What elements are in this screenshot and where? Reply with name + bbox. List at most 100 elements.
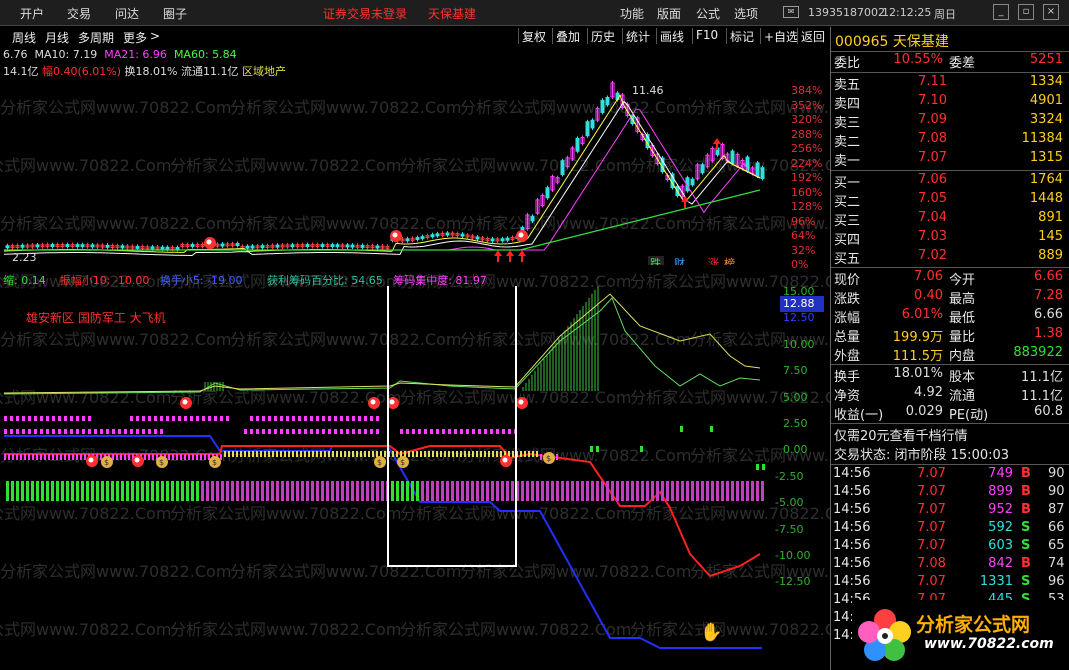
marker-bang: 榜 bbox=[724, 256, 735, 265]
band-tick bbox=[148, 454, 150, 460]
close-icon[interactable]: × bbox=[1043, 4, 1059, 20]
band-tick bbox=[252, 451, 254, 457]
dot bbox=[166, 416, 169, 421]
volume-bar bbox=[581, 481, 584, 501]
volume-bar bbox=[361, 481, 364, 501]
mail-icon[interactable]: ✉ bbox=[783, 6, 799, 18]
tool-diejia[interactable]: 叠加 bbox=[552, 28, 583, 44]
volume-bar bbox=[496, 481, 499, 501]
volume-bar bbox=[211, 481, 214, 501]
tick-price: 7.07 bbox=[917, 484, 946, 499]
dot bbox=[4, 416, 7, 421]
ask-row: 卖一 7.07 1315 bbox=[831, 150, 1069, 169]
dot bbox=[268, 429, 271, 434]
maximize-icon[interactable]: ▫ bbox=[1018, 4, 1034, 20]
tool-huaxian[interactable]: 画线 bbox=[656, 28, 687, 44]
volume-bar bbox=[656, 481, 659, 501]
band-tick bbox=[448, 451, 450, 457]
tick-side: S bbox=[1021, 538, 1031, 553]
tool-biaoji[interactable]: 标记 bbox=[726, 28, 757, 44]
dot bbox=[58, 416, 61, 421]
menu-wenda[interactable]: 问达 bbox=[115, 5, 139, 22]
band-tick bbox=[244, 451, 246, 457]
turnover-line bbox=[4, 435, 762, 649]
tool-add-watchlist[interactable]: +自选 bbox=[760, 28, 801, 44]
dot bbox=[250, 429, 253, 434]
candle-body bbox=[275, 244, 280, 248]
menu-gongshi[interactable]: 公式 bbox=[696, 5, 720, 22]
band-tick bbox=[52, 454, 54, 460]
band-tick bbox=[120, 454, 122, 460]
bid-label: 买四 bbox=[834, 233, 861, 248]
upper-y-tick: 32% bbox=[791, 243, 816, 257]
band-tick bbox=[312, 451, 314, 457]
dot bbox=[274, 416, 277, 421]
band-tick bbox=[196, 454, 198, 460]
tick-row: 14:56 7.07 592 S 66 bbox=[831, 520, 1069, 539]
band-tick bbox=[412, 451, 414, 457]
tool-f10[interactable]: F10 bbox=[692, 28, 721, 44]
lower-y-tick: 0.00 bbox=[783, 443, 808, 457]
band-tick bbox=[232, 451, 234, 457]
chevron-right-icon[interactable]: > bbox=[150, 29, 160, 43]
menu-jiaoyi[interactable]: 交易 bbox=[67, 5, 91, 22]
float-label: 流通11.1亿 bbox=[180, 65, 239, 78]
volume-bar bbox=[346, 481, 349, 501]
stock-info-line: 14.1亿 幅0.40(6.01%) 换18.01% 流通11.1亿 区域地产 bbox=[3, 63, 286, 79]
marker-cai: 财 bbox=[674, 256, 685, 265]
indicator-chart[interactable]: 雄安新区 国防军工 大飞机 $ $ $ $ $ $ ✋ bbox=[0, 286, 770, 658]
candle-body bbox=[605, 96, 610, 106]
volume-bar bbox=[316, 481, 319, 501]
minimize-icon[interactable]: _ bbox=[993, 4, 1009, 20]
volume-bar bbox=[381, 481, 384, 501]
tool-multi-period[interactable]: 多周期 bbox=[78, 29, 114, 46]
menu-gongneng[interactable]: 功能 bbox=[620, 5, 644, 22]
menu-quanzi[interactable]: 圈子 bbox=[163, 5, 187, 22]
tick-price: 7.07 bbox=[917, 502, 946, 517]
volume-bar bbox=[446, 481, 449, 501]
signal-dot-highlight bbox=[518, 232, 524, 238]
dot bbox=[274, 429, 277, 434]
band-tick bbox=[320, 451, 322, 457]
promo-text[interactable]: 仅需20元查看千档行情 bbox=[834, 425, 968, 444]
volume-bar bbox=[541, 481, 544, 501]
dot bbox=[352, 416, 355, 421]
ask-row: 卖二 7.08 11384 bbox=[831, 131, 1069, 150]
sell-signal-highlight bbox=[182, 399, 188, 405]
dot bbox=[478, 429, 481, 434]
volume-bar bbox=[706, 481, 709, 501]
tool-back[interactable]: 返回 bbox=[797, 28, 828, 44]
menu-banmian[interactable]: 版面 bbox=[657, 5, 681, 22]
stat2-value2: 60.8 bbox=[1034, 404, 1063, 419]
tool-monthly[interactable]: 月线 bbox=[45, 29, 69, 46]
dot bbox=[142, 416, 145, 421]
volume-bar bbox=[556, 481, 559, 501]
signal-dot-highlight bbox=[206, 239, 212, 245]
volume-bar bbox=[51, 481, 54, 501]
volume-bar bbox=[176, 481, 179, 501]
login-status[interactable]: 证券交易未登录 bbox=[323, 5, 407, 22]
volume-bar bbox=[741, 481, 744, 501]
dot bbox=[46, 416, 49, 421]
low-label: 2.23 bbox=[12, 251, 37, 264]
stat2-label: 净资 bbox=[834, 389, 861, 404]
volume-bar bbox=[131, 481, 134, 501]
candle-body bbox=[305, 244, 310, 248]
weibi-label: 委比 bbox=[834, 56, 861, 71]
band-tick bbox=[376, 451, 378, 457]
candle-body bbox=[150, 246, 155, 250]
band-tick bbox=[372, 451, 374, 457]
menu-xuanxiang[interactable]: 选项 bbox=[734, 5, 758, 22]
candlestick-chart[interactable]: 11.46 2.23 跌 财 涨 榜 bbox=[0, 78, 770, 265]
dot bbox=[88, 429, 91, 434]
tool-weekly[interactable]: 周线 bbox=[12, 29, 36, 46]
tool-lishi[interactable]: 历史 bbox=[587, 28, 618, 44]
tool-fuquan[interactable]: 复权 bbox=[518, 28, 549, 44]
dot bbox=[148, 429, 151, 434]
tool-more[interactable]: 更多 bbox=[123, 29, 147, 46]
tool-tongji[interactable]: 统计 bbox=[622, 28, 653, 44]
menu-kaihu[interactable]: 开户 bbox=[20, 5, 44, 22]
dot bbox=[502, 429, 505, 434]
tick-count: 90 bbox=[1048, 484, 1065, 499]
dot bbox=[142, 429, 145, 434]
